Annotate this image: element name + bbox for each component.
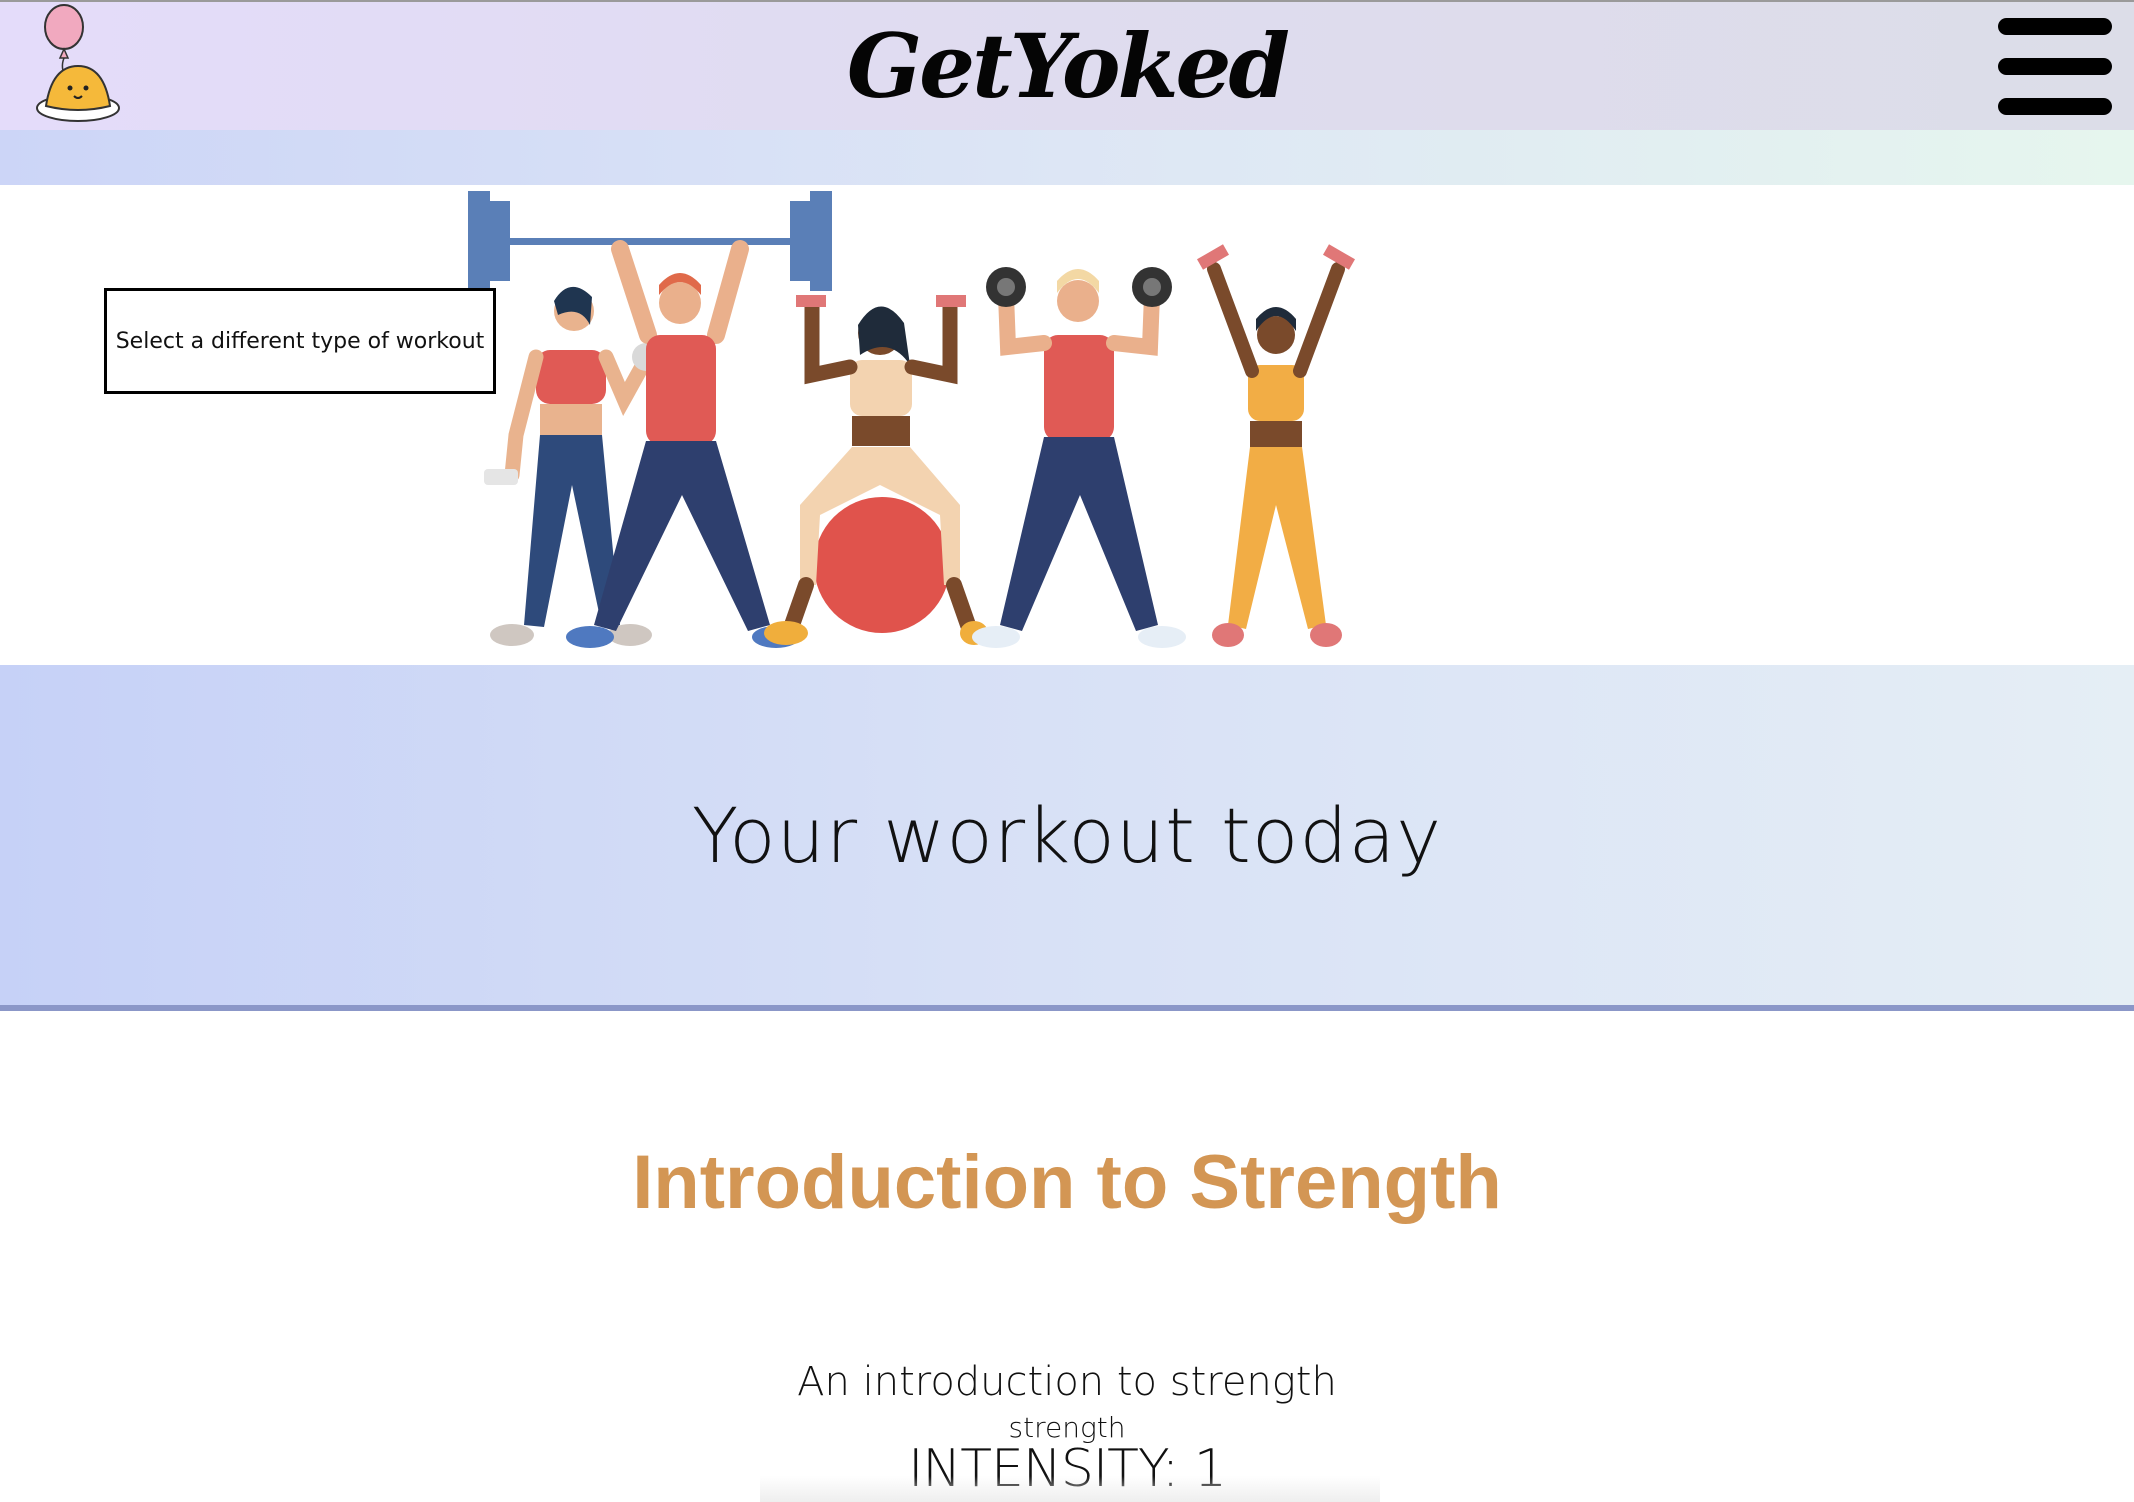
select-workout-type-button[interactable]: Select a different type of workout: [104, 288, 496, 394]
workout-details: Introduction to Strength An introduction…: [0, 1011, 2134, 1502]
banner-title: Your workout today: [691, 790, 1443, 880]
navbar: GetYoked: [0, 2, 2134, 130]
hamburger-menu-icon[interactable]: [1998, 18, 2112, 115]
workout-description: An introduction to strength: [797, 1359, 1337, 1405]
menu-bar: [1998, 18, 2112, 35]
hero-section: Select a different type of workout: [0, 185, 2134, 665]
menu-bar: [1998, 58, 2112, 75]
brand-title[interactable]: GetYoked: [847, 2, 1290, 130]
workout-banner: Your workout today: [0, 665, 2134, 1005]
gradient-strip: [0, 130, 2134, 185]
card-shadow: [760, 1476, 1380, 1502]
fitness-people-illustration: [440, 185, 1690, 665]
menu-bar: [1998, 98, 2112, 115]
workout-title: Introduction to Strength: [632, 1140, 1502, 1225]
egg-balloon-icon[interactable]: [30, 2, 126, 126]
